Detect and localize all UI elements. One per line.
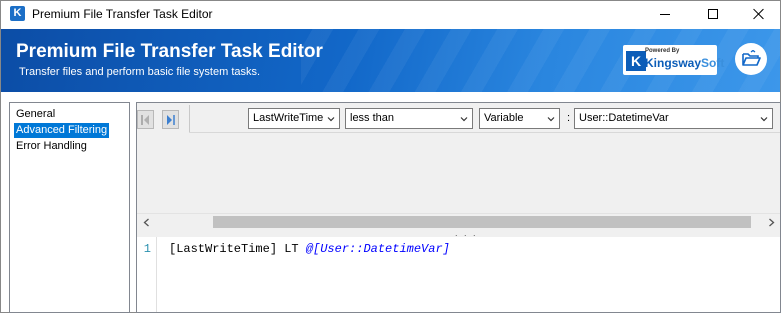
nav-item-general[interactable]: General <box>14 107 57 122</box>
maximize-icon <box>708 9 718 19</box>
minimize-icon <box>660 13 670 15</box>
expand-right-button[interactable] <box>162 110 179 129</box>
filter-grid: LastWriteTime less than Variable : User:… <box>137 103 780 229</box>
collapse-left-button[interactable] <box>137 110 154 129</box>
window-title: Premium File Transfer Task Editor <box>32 7 213 21</box>
close-button[interactable] <box>736 1 781 27</box>
chevron-down-icon <box>460 117 468 122</box>
header-banner: Premium File Transfer Task Editor Transf… <box>1 29 780 92</box>
brand-name: KingswaySoft <box>645 56 724 70</box>
code-expression: [LastWriteTime] LT <box>169 242 306 256</box>
value-dropdown-value: User::DatetimeVar <box>579 112 669 124</box>
value-type-dropdown[interactable]: Variable <box>479 108 560 129</box>
field-dropdown[interactable]: LastWriteTime <box>248 108 340 129</box>
grid-separator <box>189 105 190 132</box>
advanced-filtering-panel: LastWriteTime less than Variable : User:… <box>136 102 781 313</box>
splitter-grip-icon: . . . <box>455 228 478 238</box>
maximize-button[interactable] <box>690 1 736 27</box>
line-number-gutter: 1 <box>137 237 157 312</box>
operator-dropdown-value: less than <box>350 112 395 124</box>
panel-splitter[interactable]: . . . <box>137 228 780 238</box>
brand-name-part1: Kingsway <box>645 56 702 70</box>
arrow-left-icon <box>141 114 149 125</box>
title-bar[interactable]: K Premium File Transfer Task Editor <box>1 1 780 27</box>
scroll-right-button[interactable] <box>764 214 778 230</box>
scroll-left-button[interactable] <box>139 214 153 230</box>
chevron-down-icon <box>547 117 555 122</box>
row-navigation <box>137 103 189 229</box>
folder-open-icon <box>742 50 761 66</box>
brand-name-part2: Soft <box>701 56 725 70</box>
nav-item-advanced-filtering[interactable]: Advanced Filtering <box>14 123 110 138</box>
value-separator: : <box>567 112 571 124</box>
banner-title: Premium File Transfer Task Editor <box>16 41 323 62</box>
sidebar-nav: General Advanced Filtering Error Handlin… <box>9 102 130 313</box>
brand-powered-by: Powered By <box>645 48 680 54</box>
app-icon: K <box>10 6 25 21</box>
folder-open-button[interactable] <box>735 43 767 75</box>
field-dropdown-value: LastWriteTime <box>253 112 324 124</box>
chevron-down-icon <box>760 117 768 122</box>
horizontal-scrollbar[interactable] <box>137 213 780 229</box>
line-number: 1 <box>143 242 151 256</box>
arrow-right-icon <box>167 114 175 125</box>
nav-item-error-handling[interactable]: Error Handling <box>14 139 89 154</box>
banner-subtitle: Transfer files and perform basic file sy… <box>19 66 261 78</box>
chevron-left-icon <box>143 218 149 226</box>
scrollbar-thumb[interactable] <box>213 216 751 228</box>
code-line[interactable]: [LastWriteTime] LT @[User::DatetimeVar] <box>169 242 450 256</box>
close-icon <box>753 8 765 20</box>
value-type-dropdown-value: Variable <box>484 112 524 124</box>
brand-logo-letter: K <box>626 51 646 71</box>
chevron-down-icon <box>327 117 335 122</box>
chevron-right-icon <box>768 218 774 226</box>
filter-expression-editor[interactable]: 1 [LastWriteTime] LT @[User::DatetimeVar… <box>137 237 780 312</box>
kingswaysoft-logo: K Powered By KingswaySoft <box>623 45 724 75</box>
value-dropdown[interactable]: User::DatetimeVar <box>574 108 773 129</box>
minimize-button[interactable] <box>642 1 688 27</box>
operator-dropdown[interactable]: less than <box>345 108 473 129</box>
code-variable: @[User::DatetimeVar] <box>305 242 450 256</box>
editor-window: K Premium File Transfer Task Editor Prem… <box>0 0 781 313</box>
grid-row-line <box>189 132 780 133</box>
